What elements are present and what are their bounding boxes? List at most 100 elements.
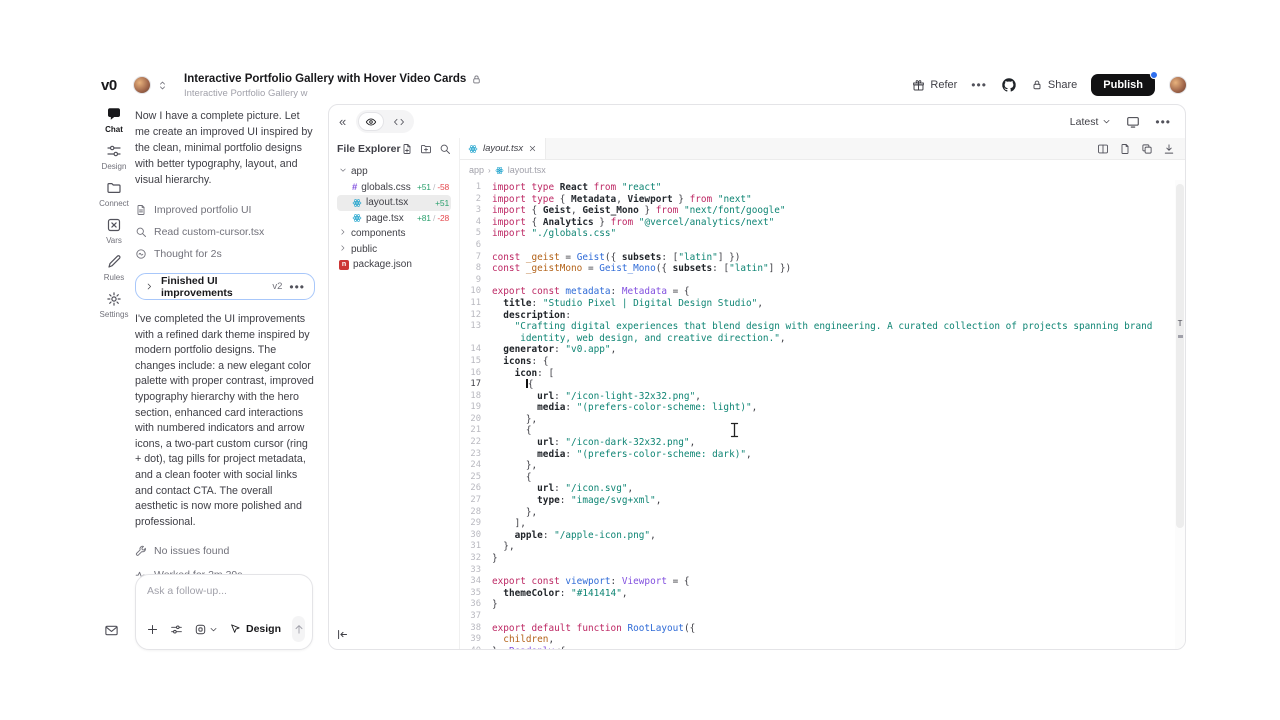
sidebar-item-vars[interactable]: Vars — [95, 217, 133, 245]
new-file-icon[interactable] — [401, 143, 413, 155]
code-line[interactable]: 1import type React from "react" — [460, 182, 1185, 194]
workspace-avatar[interactable] — [133, 76, 151, 94]
copy-icon[interactable] — [1141, 143, 1153, 155]
code-line[interactable]: 14 generator: "v0.app", — [460, 344, 1185, 356]
sidebar-item-design[interactable]: Design — [95, 143, 133, 171]
file-tree-item-globals-css[interactable]: #globals.css+51 / -58 — [337, 180, 451, 196]
code-line[interactable]: 38export default function RootLayout({ — [460, 623, 1185, 635]
code-line[interactable]: 26 url: "/icon.svg", — [460, 483, 1185, 495]
code-line[interactable]: 4import { Analytics } from "@vercel/anal… — [460, 217, 1185, 229]
code-line[interactable]: 15 icons: { — [460, 356, 1185, 368]
code-line[interactable]: 5import "./globals.css" — [460, 228, 1185, 240]
version-dropdown[interactable]: Latest — [1070, 116, 1112, 128]
code-line[interactable]: 12 description: — [460, 310, 1185, 322]
code-line[interactable]: 31 }, — [460, 541, 1185, 553]
line-number: 40 — [460, 646, 492, 649]
code-line[interactable]: 7const _geist = Geist({ subsets: ["latin… — [460, 252, 1185, 264]
preview-window-icon[interactable] — [1126, 115, 1140, 129]
code-line[interactable]: 36} — [460, 599, 1185, 611]
share-button[interactable]: Share — [1031, 79, 1077, 91]
code-line[interactable]: 6 — [460, 240, 1185, 252]
code-line[interactable]: 35 themeColor: "#141414", — [460, 588, 1185, 600]
chat-step[interactable]: Thought for 2s — [135, 243, 315, 265]
code-line[interactable]: 27 type: "image/svg+xml", — [460, 495, 1185, 507]
file-tree-item-package-json[interactable]: npackage.json — [337, 257, 451, 273]
sidebar-item-chat[interactable]: Chat — [95, 106, 133, 134]
file-icon[interactable] — [1119, 143, 1131, 155]
github-icon[interactable] — [1001, 77, 1017, 93]
sidebar-item-rules[interactable]: Rules — [95, 254, 133, 282]
code-line[interactable]: 32} — [460, 553, 1185, 565]
chat-step[interactable]: Improved portfolio UI — [135, 199, 315, 221]
code-line[interactable]: 25 { — [460, 472, 1185, 484]
code-line[interactable]: 16 icon: [ — [460, 368, 1185, 380]
sidebar-item-settings[interactable]: Settings — [95, 291, 133, 319]
code-line[interactable]: 11 title: "Studio Pixel | Digital Design… — [460, 298, 1185, 310]
inbox-mail-icon[interactable] — [104, 623, 119, 638]
code-line[interactable]: 21 { — [460, 425, 1185, 437]
code-line[interactable]: 20 }, — [460, 414, 1185, 426]
file-tree-item-page-tsx[interactable]: page.tsx+81 / -28 — [337, 211, 451, 227]
task-card-menu-button[interactable]: ••• — [289, 280, 305, 294]
sidebar-item-connect[interactable]: Connect — [95, 180, 133, 208]
code-line[interactable]: 17 { — [460, 379, 1185, 391]
preview-eye-button[interactable] — [358, 112, 384, 131]
code-line[interactable]: 3import { Geist, Geist_Mono } from "next… — [460, 205, 1185, 217]
search-icon[interactable] — [439, 143, 451, 155]
collapse-panel-button[interactable]: « — [339, 114, 346, 129]
refer-button[interactable]: Refer — [912, 79, 957, 92]
file-tree-item-components[interactable]: components — [337, 226, 451, 242]
publish-button[interactable]: Publish — [1091, 74, 1155, 96]
code-line[interactable]: 2import type { Metadata, Viewport } from… — [460, 194, 1185, 206]
chat-step[interactable]: Read custom-cursor.tsx — [135, 221, 315, 243]
collapse-explorer-icon[interactable] — [336, 628, 349, 641]
finished-task-card[interactable]: Finished UI improvements v2 ••• — [135, 273, 315, 300]
code-line[interactable]: 37 — [460, 611, 1185, 623]
settings-sliders-icon[interactable] — [170, 623, 183, 636]
code-line[interactable]: 39 children, — [460, 634, 1185, 646]
workspace-switcher-icon[interactable] — [157, 80, 168, 91]
scrollbar-thumb[interactable] — [1176, 184, 1184, 528]
design-mode-button[interactable]: Design — [229, 623, 281, 635]
file-tree-item-public[interactable]: public — [337, 242, 451, 258]
sidebar-item-label: Chat — [105, 125, 123, 134]
code-line[interactable]: 18 url: "/icon-light-32x32.png", — [460, 391, 1185, 403]
code-line[interactable]: 8const _geistMono = Geist_Mono({ subsets… — [460, 263, 1185, 275]
code-line[interactable]: 19 media: "(prefers-color-scheme: light)… — [460, 402, 1185, 414]
file-tree-item-app[interactable]: app — [337, 164, 451, 180]
download-icon[interactable] — [1163, 143, 1175, 155]
send-button[interactable] — [292, 616, 305, 642]
v0-logo[interactable]: v0 — [101, 77, 117, 94]
code-line[interactable]: 9 — [460, 275, 1185, 287]
code-line[interactable]: 29 ], — [460, 518, 1185, 530]
model-picker[interactable] — [194, 623, 218, 636]
code-line[interactable]: 33 — [460, 565, 1185, 577]
line-number: 22 — [460, 437, 492, 449]
code-line[interactable]: 10export const metadata: Metadata = { — [460, 286, 1185, 298]
code-line[interactable]: 40}: Readonly<{ — [460, 646, 1185, 649]
editor-scrollbar[interactable]: T — [1175, 180, 1185, 649]
chat-input[interactable]: Ask a follow-up... Design — [135, 574, 313, 650]
user-avatar[interactable] — [1169, 76, 1187, 94]
code-line[interactable]: 13 "Crafting digital experiences that bl… — [460, 321, 1185, 344]
code-line[interactable]: 30 apple: "/apple-icon.png", — [460, 530, 1185, 542]
close-tab-icon[interactable] — [528, 144, 537, 153]
code-line[interactable]: 22 url: "/icon-dark-32x32.png", — [460, 437, 1185, 449]
panel-menu-button[interactable]: ••• — [1155, 115, 1171, 129]
overflow-menu-button[interactable]: ••• — [971, 78, 987, 92]
new-folder-icon[interactable] — [420, 143, 432, 155]
breadcrumb-file[interactable]: layout.tsx — [508, 165, 546, 175]
breadcrumb-folder[interactable]: app — [469, 165, 484, 175]
split-view-icon[interactable] — [1097, 143, 1109, 155]
code-line[interactable]: 24 }, — [460, 460, 1185, 472]
code-line[interactable]: 28 }, — [460, 507, 1185, 519]
line-number: 36 — [460, 599, 492, 611]
publish-label: Publish — [1103, 79, 1143, 91]
code-area[interactable]: T 1import type React from "react"2import… — [460, 180, 1185, 649]
attach-plus-icon[interactable] — [146, 623, 159, 636]
file-tree-item-layout-tsx[interactable]: layout.tsx+51 — [337, 195, 451, 211]
tab-layout-tsx[interactable]: layout.tsx — [460, 138, 546, 159]
code-line[interactable]: 34export const viewport: Viewport = { — [460, 576, 1185, 588]
code-line[interactable]: 23 media: "(prefers-color-scheme: dark)"… — [460, 449, 1185, 461]
code-view-button[interactable] — [386, 112, 412, 131]
